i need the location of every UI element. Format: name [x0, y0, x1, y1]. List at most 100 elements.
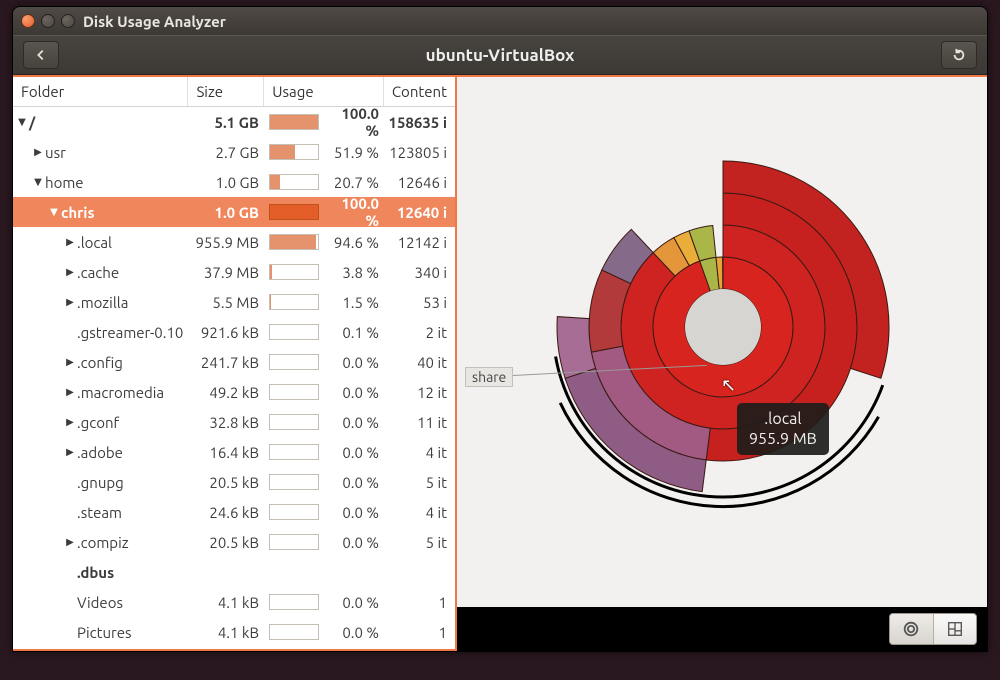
table-header: Folder Size Usage Content — [13, 77, 455, 107]
refresh-button[interactable] — [941, 41, 977, 69]
cell-usage: 0.0 % — [265, 414, 385, 431]
treemap-icon — [946, 620, 964, 638]
folder-name: Videos — [77, 594, 123, 611]
table-row[interactable]: ▼chris1.0 GB100.0 %12640 i — [13, 197, 455, 227]
folder-name: .config — [77, 354, 123, 371]
cell-contents: 4 it — [385, 504, 455, 521]
window-maximize-button[interactable] — [61, 14, 75, 28]
table-row[interactable]: ▶.mozilla5.5 MB1.5 %53 i — [13, 287, 455, 317]
folder-name: .macromedia — [77, 384, 164, 401]
titlebar[interactable]: Disk Usage Analyzer — [13, 7, 987, 35]
table-row[interactable]: ▶.config241.7 kB0.0 %40 it — [13, 347, 455, 377]
rings-chart-icon — [902, 620, 920, 638]
chevron-down-icon[interactable]: ▼ — [49, 206, 59, 218]
cell-size: 1.0 GB — [189, 174, 265, 191]
table-row[interactable]: .gstreamer-0.10921.6 kB0.1 %2 it — [13, 317, 455, 347]
table-row[interactable]: ▶.macromedia49.2 kB0.0 %12 it — [13, 377, 455, 407]
folder-name: .adobe — [77, 444, 123, 461]
table-row[interactable]: ▶.adobe16.4 kB0.0 %4 it — [13, 437, 455, 467]
header-toolbar: ubuntu-VirtualBox — [13, 35, 987, 75]
refresh-icon — [952, 48, 966, 62]
cell-usage: 0.0 % — [265, 384, 385, 401]
cell-size: 20.5 kB — [189, 474, 265, 491]
cell-usage: 0.0 % — [265, 594, 385, 611]
folder-name: .gconf — [77, 414, 119, 431]
app-window: Disk Usage Analyzer ubuntu-VirtualBox Fo… — [12, 6, 988, 652]
table-row[interactable]: ▶.compiz20.5 kB0.0 %5 it — [13, 527, 455, 557]
chevron-down-icon[interactable]: ▼ — [17, 116, 27, 128]
folder-name: / — [29, 114, 35, 131]
cell-size: 32.8 kB — [189, 414, 265, 431]
folder-name: .compiz — [77, 534, 129, 551]
sunburst-chart[interactable] — [457, 77, 987, 609]
table-row[interactable]: Videos4.1 kB0.0 %1 — [13, 587, 455, 617]
cell-contents: 123805 i — [385, 144, 455, 161]
column-contents[interactable]: Content — [384, 77, 455, 106]
cell-contents: 53 i — [385, 294, 455, 311]
cell-contents: 5 it — [385, 534, 455, 551]
cell-size: 1.0 GB — [189, 204, 265, 221]
cell-size: 241.7 kB — [189, 354, 265, 371]
cell-size: 5.1 GB — [189, 114, 265, 131]
table-row[interactable]: ▶.gconf 32.8 kB0.0 %11 it — [13, 407, 455, 437]
cell-size: 921.6 kB — [189, 324, 265, 341]
back-button[interactable] — [23, 41, 59, 69]
table-row[interactable]: ▶usr2.7 GB51.9 %123805 i — [13, 137, 455, 167]
column-folder[interactable]: Folder — [13, 77, 188, 106]
tree-pane: Folder Size Usage Content ▼/5.1 GB100.0 … — [13, 77, 457, 651]
table-row[interactable]: ▶.cache37.9 MB3.8 %340 i — [13, 257, 455, 287]
cell-usage: 100.0 % — [265, 195, 385, 229]
view-switcher[interactable] — [889, 613, 977, 645]
folder-name: .local — [77, 234, 112, 251]
cell-usage: 20.7 % — [265, 174, 385, 191]
folder-name: .gstreamer-0.10 — [77, 324, 183, 341]
folder-name: home — [45, 174, 84, 191]
view-treemap-button[interactable] — [934, 614, 977, 644]
chevron-right-icon[interactable]: ▶ — [65, 386, 75, 398]
chart-pane[interactable]: share ↖ .local 955.9 MB — [457, 77, 987, 651]
view-rings-button[interactable] — [890, 614, 933, 644]
tooltip-name: .local — [749, 409, 817, 429]
cell-usage: 0.0 % — [265, 504, 385, 521]
chevron-right-icon[interactable]: ▶ — [65, 356, 75, 368]
cell-contents: 5 it — [385, 474, 455, 491]
folder-name: usr — [45, 144, 66, 161]
window-minimize-button[interactable] — [41, 14, 55, 28]
table-row[interactable]: ▶.local955.9 MB94.6 %12142 i — [13, 227, 455, 257]
chevron-right-icon[interactable]: ▶ — [65, 266, 75, 278]
table-row[interactable]: .steam24.6 kB0.0 %4 it — [13, 497, 455, 527]
cell-contents: 11 it — [385, 414, 455, 431]
cursor-icon: ↖ — [721, 375, 736, 396]
cell-contents: 12640 i — [385, 204, 455, 221]
folder-name: Pictures — [77, 624, 132, 641]
window-close-button[interactable] — [21, 14, 35, 28]
chevron-right-icon[interactable]: ▶ — [65, 236, 75, 248]
table-row[interactable]: ▼home 1.0 GB20.7 %12646 i — [13, 167, 455, 197]
cell-contents: 12 it — [385, 384, 455, 401]
cell-size: 16.4 kB — [189, 444, 265, 461]
cell-size: 2.7 GB — [189, 144, 265, 161]
table-row[interactable]: Pictures4.1 kB0.0 %1 — [13, 617, 455, 647]
chevron-left-icon — [34, 48, 48, 62]
chart-tooltip: .local 955.9 MB — [737, 403, 829, 455]
app-title: Disk Usage Analyzer — [83, 13, 226, 30]
column-usage[interactable]: Usage — [264, 77, 384, 106]
cell-usage: 1.5 % — [265, 294, 385, 311]
cell-contents: 158635 i — [385, 114, 455, 131]
cell-contents: 12142 i — [385, 234, 455, 251]
chevron-right-icon[interactable]: ▶ — [65, 416, 75, 428]
table-row[interactable]: .dbus — [13, 557, 455, 587]
cell-size: 955.9 MB — [189, 234, 265, 251]
table-row[interactable]: .gnupg20.5 kB0.0 %5 it — [13, 467, 455, 497]
cell-size: 4.1 kB — [189, 624, 265, 641]
folder-name: .steam — [77, 504, 122, 521]
chevron-right-icon[interactable]: ▶ — [33, 146, 43, 158]
folder-name: .dbus — [77, 564, 114, 581]
chevron-down-icon[interactable]: ▼ — [33, 176, 43, 188]
chevron-right-icon[interactable]: ▶ — [65, 296, 75, 308]
cell-contents: 12646 i — [385, 174, 455, 191]
column-size[interactable]: Size — [188, 77, 264, 106]
chevron-right-icon[interactable]: ▶ — [65, 536, 75, 548]
table-row[interactable]: ▼/5.1 GB100.0 %158635 i — [13, 107, 455, 137]
chevron-right-icon[interactable]: ▶ — [65, 446, 75, 458]
